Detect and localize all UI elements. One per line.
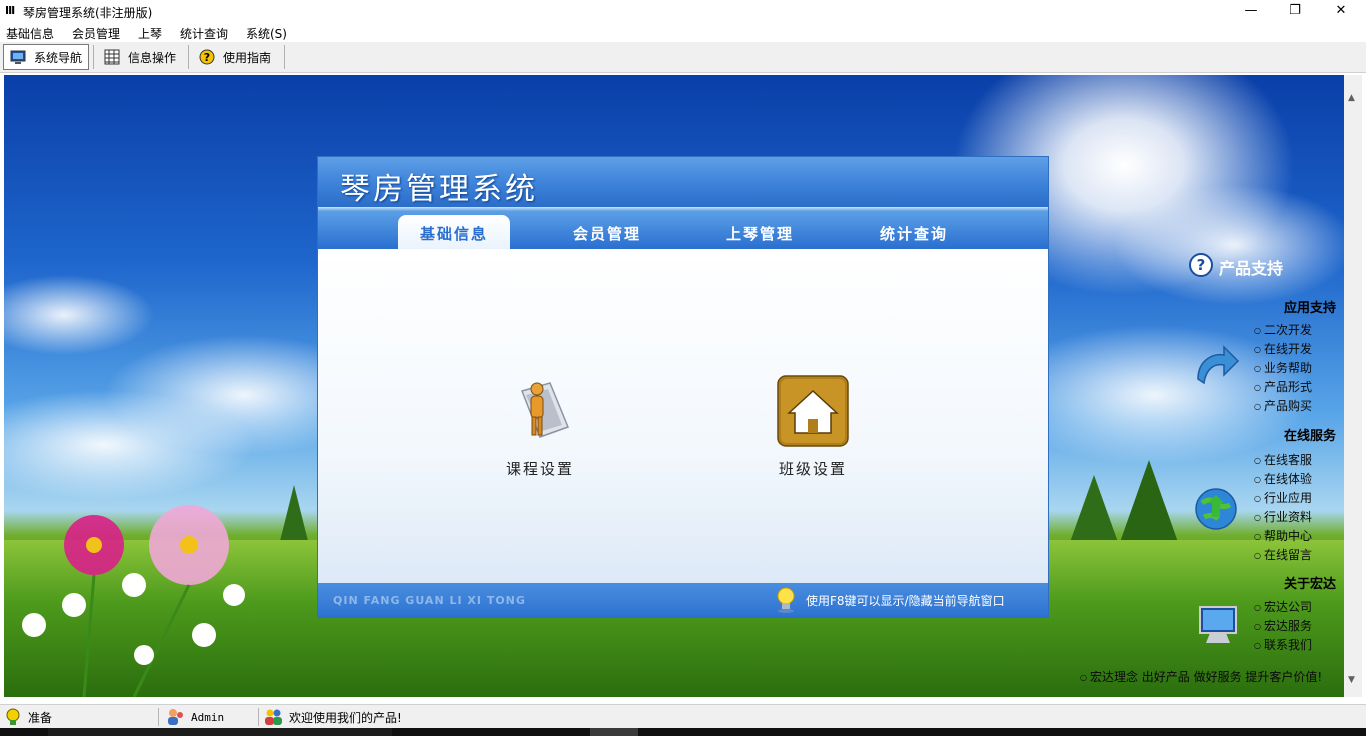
link-secondary-dev[interactable]: 二次开发 bbox=[1254, 321, 1312, 338]
status-welcome-label: 欢迎使用我们的产品! bbox=[289, 710, 402, 725]
ready-icon bbox=[6, 708, 20, 725]
panel-header: 琴房管理系统 bbox=[318, 157, 1048, 207]
status-ready: 准备 bbox=[4, 707, 52, 727]
user-icon bbox=[168, 709, 183, 725]
link-product-buy[interactable]: 产品购买 bbox=[1254, 397, 1312, 414]
course-settings-item[interactable]: 课程设置 bbox=[485, 375, 595, 479]
link-company[interactable]: 宏达公司 bbox=[1254, 598, 1312, 615]
slogan: 宏达理念 出好产品 做好服务 提升客户价值! bbox=[1080, 668, 1322, 685]
info-button[interactable]: 信息操作 bbox=[98, 44, 182, 70]
footer-hint: 使用F8键可以显示/隐藏当前导航窗口 bbox=[806, 594, 1005, 608]
title-bar: III 琴房管理系统(非注册版) — ❐ ✕ bbox=[0, 0, 1366, 23]
close-button[interactable]: ✕ bbox=[1318, 0, 1364, 23]
taskbar-segment bbox=[590, 728, 638, 736]
panel-title: 琴房管理系统 bbox=[340, 172, 538, 207]
grid-icon bbox=[104, 49, 120, 65]
tab-basic-info[interactable]: 基础信息 bbox=[398, 215, 510, 249]
computer-icon bbox=[1199, 606, 1237, 643]
menu-member-manage[interactable]: 会员管理 bbox=[72, 25, 120, 42]
info-label: 信息操作 bbox=[128, 50, 177, 65]
scroll-up-icon[interactable]: ▲ bbox=[1348, 93, 1355, 103]
globe-icon bbox=[1195, 488, 1237, 530]
link-business-help[interactable]: 业务帮助 bbox=[1254, 359, 1312, 376]
link-online-cs[interactable]: 在线客服 bbox=[1254, 451, 1312, 468]
scroll-down-icon[interactable]: ▼ bbox=[1348, 675, 1355, 685]
panel-footer: QIN FANG GUAN LI XI TONG 使用F8键可以显示/隐藏当前导… bbox=[318, 583, 1048, 617]
taskbar bbox=[0, 728, 1366, 736]
window-title: 琴房管理系统(非注册版) bbox=[23, 6, 153, 20]
maximize-button[interactable]: ❐ bbox=[1272, 0, 1318, 23]
section-title-app-support: 应用支持 bbox=[1284, 301, 1337, 316]
link-contact[interactable]: 联系我们 bbox=[1254, 636, 1312, 653]
link-online-dev[interactable]: 在线开发 bbox=[1254, 340, 1312, 357]
status-bar: 准备 Admin 欢迎使用我们的产品! bbox=[0, 704, 1366, 728]
menu-basic-info[interactable]: 基础信息 bbox=[6, 25, 54, 42]
menu-piano[interactable]: 上琴 bbox=[138, 25, 162, 42]
guide-label: 使用指南 bbox=[223, 50, 272, 65]
app-icon: III bbox=[5, 4, 15, 17]
toolbar: 系统导航 信息操作 ? 使用指南 bbox=[0, 42, 1366, 73]
link-industry-data[interactable]: 行业资料 bbox=[1254, 508, 1312, 525]
lightbulb-icon bbox=[777, 587, 795, 613]
menu-system[interactable]: 系统(S) bbox=[246, 25, 287, 42]
status-divider bbox=[158, 708, 159, 726]
status-welcome: 欢迎使用我们的产品! bbox=[264, 707, 402, 727]
monitor-icon bbox=[10, 50, 26, 64]
footer-pinyin: QIN FANG GUAN LI XI TONG bbox=[333, 594, 526, 607]
arrow-icon bbox=[1197, 345, 1240, 385]
vertical-scrollbar[interactable]: ▲ ▼ bbox=[1344, 75, 1362, 697]
person-document-icon bbox=[521, 382, 569, 438]
tab-statistics[interactable]: 统计查询 bbox=[880, 223, 948, 244]
status-user-label: Admin bbox=[191, 710, 225, 724]
question-icon: ? bbox=[1189, 253, 1213, 277]
status-ready-label: 准备 bbox=[28, 710, 53, 725]
svg-text:?: ? bbox=[1197, 256, 1206, 274]
link-product-form[interactable]: 产品形式 bbox=[1254, 378, 1312, 395]
minimize-button[interactable]: — bbox=[1228, 0, 1274, 23]
guide-button[interactable]: ? 使用指南 bbox=[193, 44, 277, 70]
status-divider bbox=[258, 708, 259, 726]
toolbar-divider bbox=[93, 45, 94, 69]
sidebar-heading: 产品支持 bbox=[1219, 259, 1284, 278]
tab-strip: 基础信息 会员管理 上琴管理 统计查询 bbox=[318, 207, 1048, 249]
toolbar-divider bbox=[188, 45, 189, 69]
link-industry-app[interactable]: 行业应用 bbox=[1254, 489, 1312, 506]
taskbar-segment bbox=[48, 728, 392, 736]
svg-text:?: ? bbox=[204, 51, 210, 64]
class-settings-label: 班级设置 bbox=[778, 460, 847, 478]
tab-piano-manage[interactable]: 上琴管理 bbox=[726, 223, 794, 244]
link-help-center[interactable]: 帮助中心 bbox=[1254, 527, 1312, 544]
nav-button[interactable]: 系统导航 bbox=[3, 44, 89, 70]
menu-statistics[interactable]: 统计查询 bbox=[180, 25, 228, 42]
toolbar-divider bbox=[284, 45, 285, 69]
link-service[interactable]: 宏达服务 bbox=[1254, 617, 1312, 634]
help-icon: ? bbox=[199, 49, 215, 65]
house-icon bbox=[777, 375, 849, 447]
section-title-about: 关于宏达 bbox=[1284, 577, 1337, 592]
class-settings-item[interactable]: 班级设置 bbox=[758, 375, 868, 479]
panel-body: 课程设置 班级设置 bbox=[318, 249, 1048, 583]
nav-label: 系统导航 bbox=[34, 50, 83, 65]
people-icon bbox=[265, 709, 282, 725]
menu-bar: 基础信息 会员管理 上琴 统计查询 系统(S) bbox=[0, 23, 1366, 42]
course-settings-label: 课程设置 bbox=[505, 460, 574, 478]
tab-member-manage[interactable]: 会员管理 bbox=[573, 223, 641, 244]
status-user: Admin bbox=[166, 707, 224, 727]
link-online-trial[interactable]: 在线体验 bbox=[1254, 470, 1312, 487]
section-title-online-service: 在线服务 bbox=[1284, 429, 1337, 444]
link-online-message[interactable]: 在线留言 bbox=[1254, 546, 1312, 563]
navigation-panel: 琴房管理系统 基础信息 会员管理 上琴管理 统计查询 课程设置 班级设置 QIN… bbox=[317, 156, 1049, 618]
